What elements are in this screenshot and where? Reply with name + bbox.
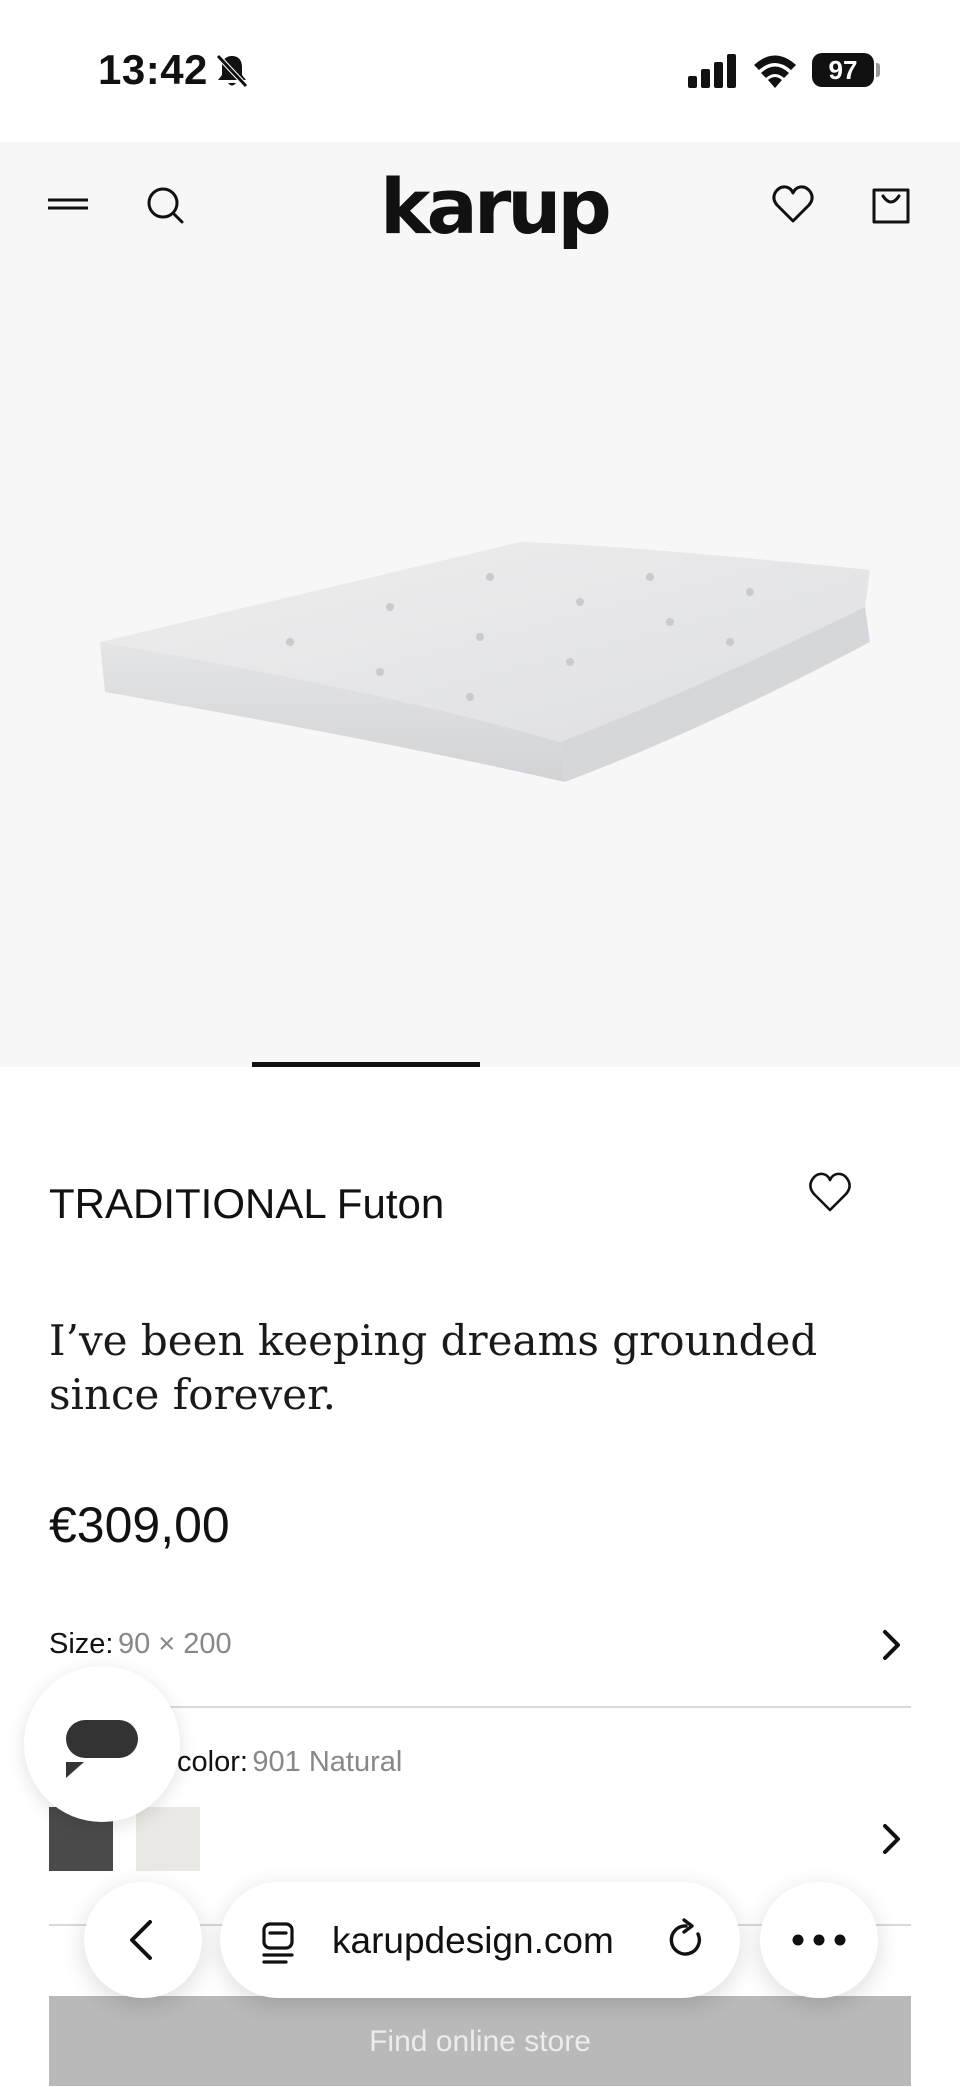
status-bar: 13:42 97 <box>0 0 960 142</box>
battery-level: 97 <box>828 55 858 85</box>
bag-icon[interactable] <box>868 182 914 228</box>
back-chevron-icon <box>130 1920 152 1960</box>
find-online-store-button[interactable]: Find online store <box>49 1996 911 2086</box>
more-icon <box>792 1934 846 1946</box>
status-time: 13:42 <box>98 46 208 93</box>
product-title: TRADITIONAL Futon <box>49 1180 445 1227</box>
color-label: color: <box>177 1746 248 1778</box>
menu-icon[interactable] <box>46 182 92 228</box>
product-image-carousel[interactable] <box>0 272 960 1067</box>
product-price: €309,00 <box>49 1497 230 1553</box>
carousel-indicator <box>252 1062 480 1067</box>
bell-slash-icon <box>216 54 248 88</box>
search-icon[interactable] <box>142 182 188 228</box>
reload-icon[interactable] <box>664 1918 708 1962</box>
chevron-right-icon <box>883 1824 900 1854</box>
color-swatch-natural[interactable] <box>136 1807 200 1871</box>
cellular-signal-icon <box>688 54 736 88</box>
wifi-icon <box>754 55 796 88</box>
heart-icon[interactable] <box>770 182 816 228</box>
size-value: 90 × 200 <box>117 1628 232 1660</box>
chat-button[interactable] <box>24 1666 180 1822</box>
divider <box>49 1706 911 1708</box>
size-label: Size: <box>49 1628 114 1660</box>
url-text[interactable]: karupdesign.com <box>332 1920 614 1962</box>
karup-logo[interactable]: karup <box>380 164 612 250</box>
browser-back-button[interactable] <box>84 1882 202 1998</box>
tabs-icon[interactable] <box>256 1920 300 1964</box>
site-header: karup <box>0 142 960 272</box>
size-selector[interactable]: Size: 90 × 200 <box>49 1628 911 1668</box>
wishlist-heart-icon[interactable] <box>806 1170 854 1214</box>
chevron-right-icon <box>883 1630 900 1660</box>
color-value: 901 Natural <box>252 1746 403 1778</box>
futon-mattress-image <box>100 542 870 782</box>
chat-bubble-icon <box>66 1720 138 1778</box>
product-tagline: I’ve been keeping dreams grounded since … <box>49 1316 818 1419</box>
battery-nub <box>876 63 880 77</box>
browser-more-button[interactable] <box>760 1882 878 1998</box>
address-bar[interactable]: karupdesign.com <box>220 1882 740 1998</box>
battery-icon: 97 <box>812 53 874 87</box>
